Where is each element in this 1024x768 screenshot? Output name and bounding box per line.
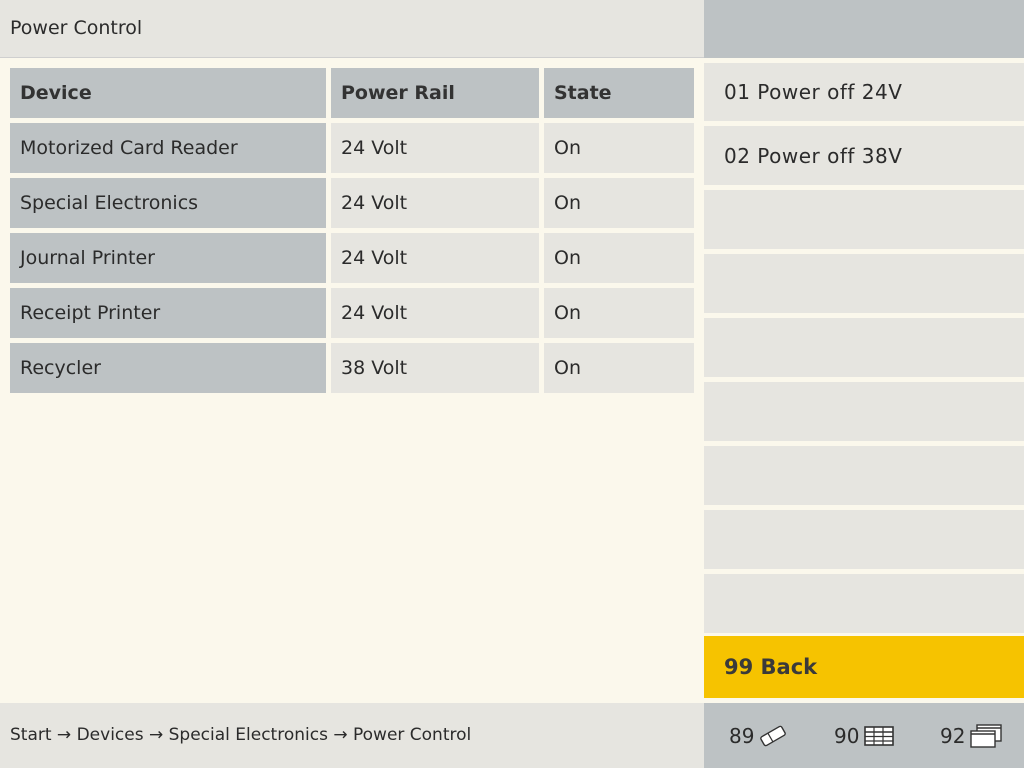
breadcrumb: Start → Devices → Special Electronics → … xyxy=(10,725,472,745)
windows-icon xyxy=(970,724,1003,748)
empty-menu-slot xyxy=(704,318,1024,377)
table-row[interactable]: Motorized Card Reader 24 Volt On xyxy=(10,123,694,173)
table-row[interactable]: Recycler 38 Volt On xyxy=(10,343,694,393)
header-bar: Power Control xyxy=(0,0,704,58)
power-rail-cell: 24 Volt xyxy=(331,178,539,228)
state-cell: On xyxy=(544,123,694,173)
column-header-state: State xyxy=(544,68,694,118)
empty-menu-slot xyxy=(704,574,1024,633)
power-rail-cell: 24 Volt xyxy=(331,288,539,338)
table-row[interactable]: Journal Printer 24 Volt On xyxy=(10,233,694,283)
device-cell: Journal Printer xyxy=(10,233,326,283)
table-row[interactable]: Special Electronics 24 Volt On xyxy=(10,178,694,228)
power-off-38v-button[interactable]: 02 Power off 38V xyxy=(704,126,1024,185)
eraser-icon xyxy=(760,725,787,747)
shortcut-92-button[interactable]: 92 xyxy=(940,721,1003,751)
state-cell: On xyxy=(544,178,694,228)
power-rail-cell: 24 Volt xyxy=(331,233,539,283)
column-header-device: Device xyxy=(10,68,326,118)
device-cell: Special Electronics xyxy=(10,178,326,228)
footer-bar: Start → Devices → Special Electronics → … xyxy=(0,703,704,768)
table-row[interactable]: Receipt Printer 24 Volt On xyxy=(10,288,694,338)
device-cell: Recycler xyxy=(10,343,326,393)
footer-shortcuts: 89 90 92 xyxy=(704,703,1024,768)
empty-menu-slot xyxy=(704,382,1024,441)
empty-menu-slot xyxy=(704,446,1024,505)
back-button[interactable]: 99 Back xyxy=(704,636,1024,698)
table-header-row: Device Power Rail State xyxy=(10,68,694,118)
table-grid-icon xyxy=(864,726,895,746)
empty-menu-slot xyxy=(704,254,1024,313)
column-header-power-rail: Power Rail xyxy=(331,68,539,118)
empty-menu-slot xyxy=(704,510,1024,569)
header-right-panel xyxy=(704,0,1024,58)
shortcut-89-button[interactable]: 89 xyxy=(729,721,788,751)
device-cell: Receipt Printer xyxy=(10,288,326,338)
state-cell: On xyxy=(544,288,694,338)
state-cell: On xyxy=(544,233,694,283)
page-title: Power Control xyxy=(10,17,143,39)
device-cell: Motorized Card Reader xyxy=(10,123,326,173)
device-table: Device Power Rail State Motorized Card R… xyxy=(10,68,694,398)
power-rail-cell: 24 Volt xyxy=(331,123,539,173)
function-menu: 01 Power off 24V 02 Power off 38V xyxy=(704,63,1024,638)
empty-menu-slot xyxy=(704,190,1024,249)
shortcut-number: 90 xyxy=(834,724,860,748)
power-off-24v-button[interactable]: 01 Power off 24V xyxy=(704,63,1024,121)
shortcut-number: 89 xyxy=(729,724,755,748)
shortcut-number: 92 xyxy=(940,724,966,748)
shortcut-90-button[interactable]: 90 xyxy=(834,721,895,751)
state-cell: On xyxy=(544,343,694,393)
power-rail-cell: 38 Volt xyxy=(331,343,539,393)
